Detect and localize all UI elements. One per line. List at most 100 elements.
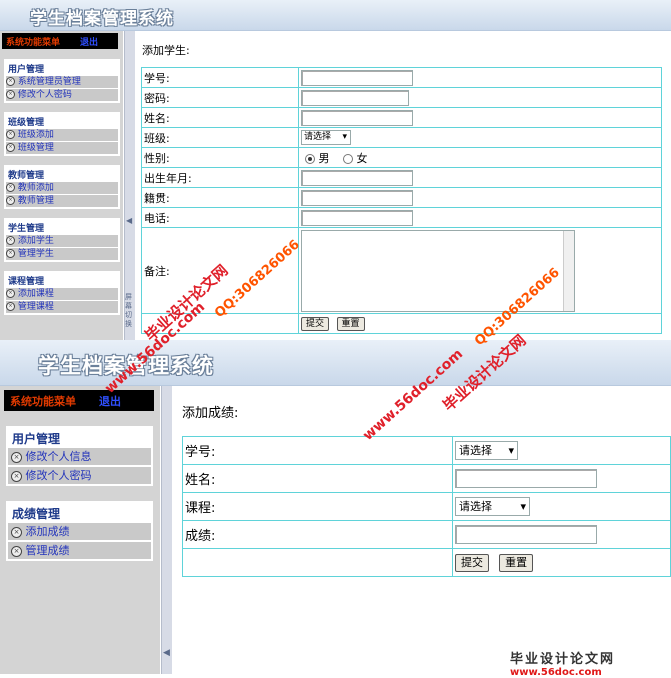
bullet-icon: × [6,249,15,258]
menu-item-course-add[interactable]: × 添加课程 [6,288,118,300]
menu-item-edit-profile[interactable]: × 修改个人信息 [8,448,151,465]
menu-item-admin-manage[interactable]: × 系统管理员管理 [6,76,118,88]
menu-item-change-password[interactable]: × 修改个人密码 [8,467,151,484]
course-select[interactable]: 请选择 ▾ [455,497,530,516]
label-name: 姓名: [182,464,453,493]
menu-group-user: 用户管理 × 系统管理员管理 × 修改个人密码 [4,59,120,103]
logo-title: 毕业设计论文网 [510,652,616,667]
group-title: 教师管理 [8,171,45,181]
menu-group-student: 学生管理 × 添加学生 × 管理学生 [4,218,120,262]
reset-button[interactable]: 重置 [499,553,534,572]
bullet-icon: × [11,451,22,463]
origin-input[interactable] [301,189,413,206]
exit-link[interactable]: 退出 [80,35,98,48]
group-title: 课程管理 [8,277,45,287]
menu-item-score-add[interactable]: × 添加成绩 [8,523,151,540]
menu-item-teacher-add[interactable]: × 教师添加 [6,182,118,194]
menu-item-student-manage[interactable]: × 管理学生 [6,248,118,260]
bullet-icon: × [11,545,22,557]
submit-button[interactable]: 提交 [455,553,489,572]
name-input[interactable] [301,109,413,126]
sidebar-toggle[interactable]: ◀ [161,386,172,674]
empty-cell [182,548,453,577]
label-gender: 性别: [141,147,299,168]
submit-button[interactable]: 提交 [301,317,329,331]
menu-item-course-manage[interactable]: × 管理课程 [6,301,118,313]
dropdown-arrow-icon: ▾ [508,444,514,457]
menu-group-class: 班级管理 × 班级添加 × 班级管理 [4,112,120,156]
collapse-arrow-icon: ◀ [163,648,170,658]
menu-item-class-manage[interactable]: × 班级管理 [6,142,118,154]
label-student-no: 学号: [141,67,299,88]
label-student-no: 学号: [182,436,453,465]
group-title: 用户管理 [8,65,45,75]
gender-female-radio[interactable] [343,153,353,164]
bullet-icon: × [6,77,15,86]
add-student-form: 学号: 密码: 姓名: 班级: 请选择 ▾ 性别: 男 女 出生年月: 籍贯: … [141,67,662,334]
menu-label: 系统功能菜单 [6,38,61,48]
label-origin: 籍贯: [141,187,299,208]
add-score-form: 学号: 请选择 ▾ 姓名: 课程: 请选择 ▾ 成绩: 提交 重置 [182,436,671,577]
bullet-icon: × [6,183,15,192]
gender-male-label: 男 [318,151,330,165]
title-bar: 学生档案管理系统 [0,340,671,386]
form-heading: 添加学生: [142,44,190,57]
birth-input[interactable] [301,169,413,186]
menu-group-teacher: 教师管理 × 教师添加 × 教师管理 [4,165,120,209]
phone-input[interactable] [301,209,413,226]
student-no-input[interactable] [301,69,413,86]
group-title: 学生管理 [8,224,45,234]
sidebar: 系统功能菜单 退出 用户管理 × 修改个人信息 × 修改个人密码 成绩管理 × … [0,386,160,674]
group-title: 班级管理 [8,118,45,128]
password-input[interactable] [301,89,409,106]
bottom-screenshot-panel: 学生档案管理系统 系统功能菜单 退出 用户管理 × 修改个人信息 × 修改个人密… [0,340,671,674]
student-select[interactable]: 请选择 ▾ [455,441,518,460]
bullet-icon: × [6,130,15,139]
bullet-icon: × [6,289,15,298]
label-phone: 电话: [141,207,299,228]
menu-item-score-manage[interactable]: × 管理成绩 [8,542,151,559]
bullet-icon: × [11,470,22,482]
score-input[interactable] [455,525,597,544]
logo-url: www.56doc.com [510,667,602,678]
exit-link[interactable]: 退出 [99,393,121,409]
title-bar: 学生档案管理系统 [0,0,671,31]
collapse-arrow-icon: ◀ [126,216,133,225]
app-title: 学生档案管理系统 [30,9,174,29]
bullet-icon: × [6,143,15,152]
bullet-icon: × [6,236,15,245]
dropdown-arrow-icon: ▾ [520,500,526,513]
label-name: 姓名: [141,107,299,128]
label-password: 密码: [141,87,299,108]
sidebar-header: 系统功能菜单 退出 [2,33,118,49]
label-course: 课程: [182,492,453,521]
toggle-label: 屏幕切换 [125,293,132,328]
sidebar: 系统功能菜单 退出 用户管理 × 系统管理员管理 × 修改个人密码 班级管理 ×… [0,31,123,340]
class-select[interactable]: 请选择 ▾ [301,130,351,145]
menu-group-user: 用户管理 × 修改个人信息 × 修改个人密码 [6,426,153,486]
gender-male-radio[interactable] [305,153,315,164]
menu-item-teacher-manage[interactable]: × 教师管理 [6,195,118,207]
menu-item-student-add[interactable]: × 添加学生 [6,235,118,247]
menu-group-course: 课程管理 × 添加课程 × 管理课程 [4,271,120,315]
sidebar-header: 系统功能菜单 退出 [4,390,154,411]
gender-female-label: 女 [356,151,368,165]
name-input[interactable] [455,469,597,488]
menu-item-class-add[interactable]: × 班级添加 [6,129,118,141]
label-class: 班级: [141,127,299,148]
bullet-icon: × [6,196,15,205]
group-title: 用户管理 [12,432,61,446]
bullet-icon: × [6,302,15,311]
menu-group-score: 成绩管理 × 添加成绩 × 管理成绩 [6,501,153,561]
textarea-scrollbar[interactable] [563,231,574,311]
group-title: 成绩管理 [12,507,61,521]
menu-item-change-password[interactable]: × 修改个人密码 [6,89,118,101]
form-heading: 添加成绩: [182,406,239,421]
top-screenshot-panel: 学生档案管理系统 系统功能菜单 退出 用户管理 × 系统管理员管理 × 修改个人… [0,0,671,340]
menu-label: 系统功能菜单 [10,395,76,408]
reset-button[interactable]: 重置 [336,317,365,331]
dropdown-arrow-icon: ▾ [342,132,347,142]
sidebar-toggle[interactable]: ◀ 屏幕切换 [124,31,135,340]
bullet-icon: × [11,526,22,538]
label-score: 成绩: [182,520,453,549]
